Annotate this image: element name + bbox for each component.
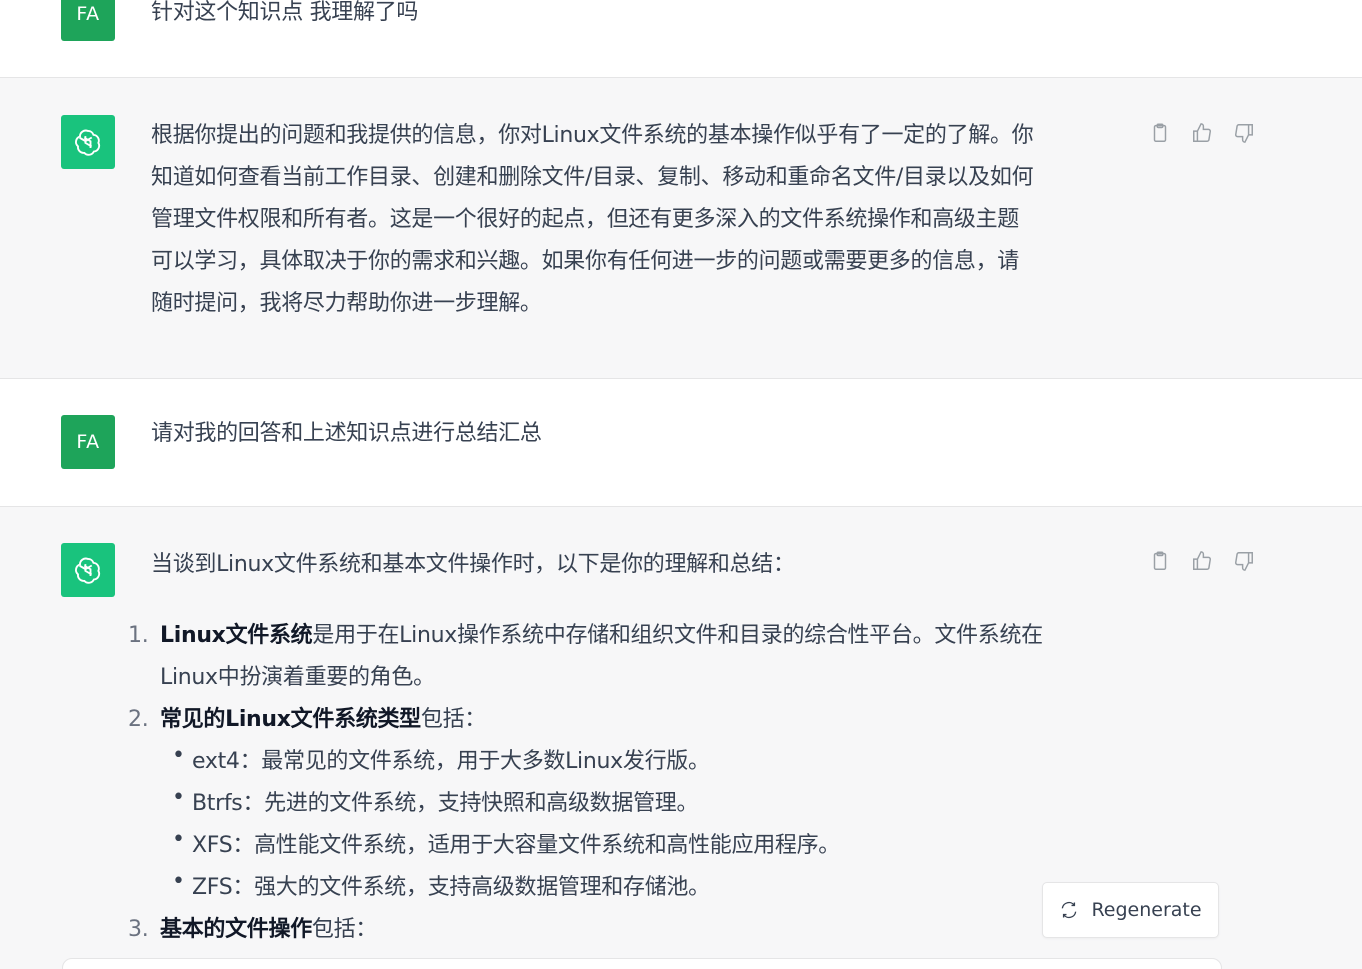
item-text: 包括： (420, 707, 486, 732)
clipboard-icon[interactable] (1148, 549, 1172, 573)
list-number: 3. (128, 917, 149, 942)
bold-term: 常见的Linux文件系统类型 (160, 707, 421, 732)
summary-list: 1. Linux文件系统是用于在Linux操作系统中存储和组织文件和目录的综合性… (125, 615, 1125, 951)
assistant-message: 根据你提出的问题和我提供的信息，你对Linux文件系统的基本操作似乎有了一定的了… (0, 77, 1362, 379)
item-text: 包括： (311, 917, 378, 942)
item-text: 是用于在Linux操作系统中存储和组织文件和目录的综合性平台。文件系统在 (312, 623, 1043, 648)
sub-list-item: Btrfs：先进的文件系统，支持快照和高级数据管理。 (170, 777, 1125, 825)
text-line: 根据你提出的问题和我提供的信息，你对Linux文件系统的基本操作似乎有了一定的了… (151, 123, 1034, 148)
item-text: Linux中扮演着重要的角色。 (160, 665, 435, 690)
message-actions (1148, 549, 1256, 573)
thumbs-up-icon[interactable] (1190, 549, 1214, 573)
openai-logo-icon (61, 543, 115, 597)
text-line: 管理文件权限和所有者。这是一个很好的起点，但还有更多深入的文件系统操作和高级主题 (151, 207, 1020, 232)
user-avatar: FA (61, 415, 115, 469)
regenerate-button[interactable]: Regenerate (1042, 882, 1219, 938)
chat-thread: FA 针对这个知识点 我理解了吗 根据你提出的问题和我提供的信息，你对Linux… (0, 0, 1362, 969)
openai-logo-icon (61, 115, 115, 169)
user-message: FA 请对我的回答和上述知识点进行总结汇总 (0, 379, 1362, 506)
user-message-text: 请对我的回答和上述知识点进行总结汇总 (151, 421, 542, 446)
sub-list: ext4：最常见的文件系统，用于大多数Linux发行版。 Btrfs：先进的文件… (160, 735, 1125, 909)
user-message-text: 针对这个知识点 我理解了吗 (151, 0, 419, 25)
bold-term: Linux文件系统 (160, 623, 313, 648)
thumbs-up-icon[interactable] (1190, 121, 1214, 145)
message-actions (1148, 121, 1256, 145)
list-number: 1. (128, 623, 149, 648)
assistant-intro: 当谈到Linux文件系统和基本文件操作时，以下是你的理解和总结： (151, 552, 795, 577)
sub-list-item: ext4：最常见的文件系统，用于大多数Linux发行版。 (170, 735, 1125, 783)
list-item: 2. 常见的Linux文件系统类型包括： ext4：最常见的文件系统，用于大多数… (125, 699, 1125, 909)
thumbs-down-icon[interactable] (1232, 121, 1256, 145)
sub-list-item: XFS：高性能文件系统，适用于大容量文件系统和高性能应用程序。 (170, 819, 1125, 867)
message-input-box[interactable] (62, 958, 1222, 969)
thumbs-down-icon[interactable] (1232, 549, 1256, 573)
user-avatar: FA (61, 0, 115, 41)
text-line: 知道如何查看当前工作目录、创建和删除文件/目录、复制、移动和重命名文件/目录以及… (151, 165, 1034, 190)
assistant-message-text: 根据你提出的问题和我提供的信息，你对Linux文件系统的基本操作似乎有了一定的了… (151, 115, 1136, 325)
user-message: FA 针对这个知识点 我理解了吗 (0, 0, 1362, 77)
list-item: 1. Linux文件系统是用于在Linux操作系统中存储和组织文件和目录的综合性… (125, 615, 1125, 699)
list-item: 3. 基本的文件操作包括： (125, 909, 1125, 951)
refresh-icon (1059, 900, 1079, 920)
text-line: 随时提问，我将尽力帮助你进一步理解。 (151, 291, 542, 316)
text-line: 可以学习，具体取决于你的需求和兴趣。如果你有任何进一步的问题或需要更多的信息，请 (151, 249, 1020, 274)
bold-term: 基本的文件操作 (160, 917, 312, 942)
list-number: 2. (128, 707, 149, 732)
regenerate-label: Regenerate (1091, 899, 1202, 921)
sub-list-item: ZFS：强大的文件系统，支持高级数据管理和存储池。 (170, 861, 1125, 909)
clipboard-icon[interactable] (1148, 121, 1172, 145)
